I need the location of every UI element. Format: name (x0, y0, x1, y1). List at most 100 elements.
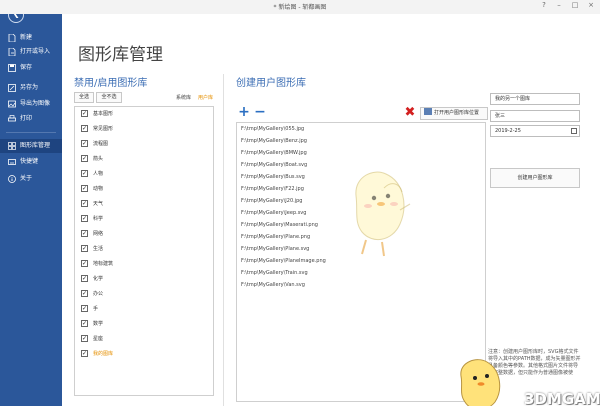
checkbox[interactable]: ✓ (81, 275, 88, 282)
checkbox[interactable]: ✓ (81, 260, 88, 267)
list-item[interactable]: F:\tmp\MyGallery\PlaneImage.png (241, 258, 326, 264)
checkbox[interactable]: ✓ (81, 155, 88, 162)
library-item[interactable]: ✓ 动物 (81, 184, 211, 196)
sidebar-item-export-image[interactable]: 导出为图像 (0, 97, 62, 111)
checkbox[interactable]: ✓ (81, 350, 88, 357)
checkbox[interactable]: ✓ (81, 140, 88, 147)
list-item[interactable]: F:\tmp\MyGallery\Jeep.svg (241, 210, 306, 216)
library-item-my-gallery[interactable]: ✓ 我的图库 (81, 349, 211, 361)
folder-icon (424, 108, 432, 115)
maximize-button[interactable]: □ (569, 1, 581, 9)
list-item[interactable]: F:\tmp\MyGallery\J20.jpg (241, 198, 302, 204)
list-item[interactable]: F:\tmp\MyGallery\Plane.png (241, 234, 310, 240)
sidebar-item-save[interactable]: 保存 (0, 61, 62, 75)
watermark-logo: 3DMGAME (524, 390, 600, 406)
library-item[interactable]: ✓ 网络 (81, 229, 211, 241)
library-item[interactable]: ✓ 生活 (81, 244, 211, 256)
library-item-label: 天气 (93, 201, 104, 207)
library-section-title: 禁用/启用图形库 (74, 78, 148, 89)
list-item[interactable]: F:\tmp\MyGallery\Maserati.png (241, 222, 318, 228)
checkbox[interactable]: ✓ (81, 290, 88, 297)
keyboard-icon (8, 159, 16, 165)
checkbox[interactable]: ✓ (81, 305, 88, 312)
library-item-label: 网络 (93, 231, 104, 237)
calendar-icon[interactable] (571, 128, 577, 134)
library-item[interactable]: ✓ 箭头 (81, 154, 211, 166)
library-item[interactable]: ✓ 基本图形 (81, 109, 211, 121)
create-gallery-button[interactable]: 创建用户图形库 (490, 168, 580, 188)
sidebar-item-open[interactable]: 打开或导入 (0, 45, 62, 59)
filter-system-library[interactable]: 系统库 (176, 94, 191, 101)
library-item[interactable]: ✓ 地标建筑 (81, 259, 211, 271)
sidebar-item-print[interactable]: 打印 (0, 112, 62, 126)
checkbox[interactable]: ✓ (81, 170, 88, 177)
library-item[interactable]: ✓ 科学 (81, 214, 211, 226)
checkbox[interactable]: ✓ (81, 335, 88, 342)
library-icon (8, 142, 16, 150)
list-item[interactable]: F:\tmp\MyGallery\055.jpg (241, 126, 304, 132)
select-none-button[interactable]: 全不选 (96, 92, 122, 103)
minimize-button[interactable]: – (553, 1, 565, 9)
minus-icon[interactable]: − (254, 105, 266, 119)
library-item-label: 科学 (93, 216, 104, 222)
sidebar-item-label: 关于 (20, 175, 33, 182)
library-list: ✓ 基本图形 ✓ 常见图形 ✓ 流程图 ✓ 箭头 ✓ 人物 ✓ 动物 ✓ 天气 ✓ 科学 ✓ 网络… (74, 106, 214, 396)
open-gallery-location-button[interactable]: 打开用户图形库位置 (420, 107, 488, 120)
library-item[interactable]: ✓ 人物 (81, 169, 211, 181)
list-item[interactable]: F:\tmp\MyGallery\Boat.svg (241, 162, 307, 168)
close-button[interactable]: × (585, 1, 597, 9)
checkbox[interactable]: ✓ (81, 230, 88, 237)
sidebar-item-shortcuts[interactable]: 快捷键 (0, 155, 62, 169)
mascot-small-image (460, 359, 501, 406)
library-item-label: 箭头 (93, 156, 104, 162)
list-item[interactable]: F:\tmp\MyGallery\Plane.svg (241, 246, 309, 252)
library-item[interactable]: ✓ 天气 (81, 199, 211, 211)
select-all-button[interactable]: 全选 (74, 92, 94, 103)
gallery-name-field[interactable]: 我的另一个图库 (490, 93, 580, 105)
open-file-icon (8, 48, 16, 56)
checkbox[interactable]: ✓ (81, 215, 88, 222)
gallery-author-field[interactable]: 张三 (490, 110, 580, 122)
sidebar-item-label: 保存 (20, 64, 33, 71)
library-item[interactable]: ✓ 化学 (81, 274, 211, 286)
checkbox[interactable]: ✓ (81, 125, 88, 132)
sidebar-item-about[interactable]: 关于 (0, 172, 62, 186)
checkbox[interactable]: ✓ (81, 245, 88, 252)
library-item[interactable]: ✓ 数学 (81, 319, 211, 331)
library-item[interactable]: ✓ 星座 (81, 334, 211, 346)
sidebar-item-new[interactable]: 新建 (0, 31, 62, 45)
list-item[interactable]: F:\tmp\MyGallery\Benz.jpg (241, 138, 307, 144)
checkbox[interactable]: ✓ (81, 320, 88, 327)
library-item-label: 流程图 (93, 141, 109, 147)
export-image-icon (8, 100, 16, 108)
list-item[interactable]: F:\tmp\MyGallery\Van.svg (241, 282, 305, 288)
library-item-label: 办公 (93, 291, 104, 297)
library-item[interactable]: ✓ 手 (81, 304, 211, 316)
library-item[interactable]: ✓ 常见图形 (81, 124, 211, 136)
save-as-icon (8, 84, 16, 92)
list-item[interactable]: F:\tmp\MyGallery\BMW.jpg (241, 150, 307, 156)
list-item[interactable]: F:\tmp\MyGallery\Train.svg (241, 270, 308, 276)
checkbox[interactable]: ✓ (81, 200, 88, 207)
panel-divider (223, 74, 224, 406)
sidebar: ❮ 新建 打开或导入 保存 另存为 导出为图像 打印 图形库管理 快捷键 关于 (0, 0, 62, 406)
library-item[interactable]: ✓ 流程图 (81, 139, 211, 151)
sidebar-item-library-manager[interactable]: 图形库管理 (0, 139, 62, 153)
list-item[interactable]: F:\tmp\MyGallery\F22.jpg (241, 186, 304, 192)
checkbox[interactable]: ✓ (81, 185, 88, 192)
filter-user-library[interactable]: 用户库 (198, 94, 213, 101)
print-icon (8, 115, 16, 122)
library-item[interactable]: ✓ 办公 (81, 289, 211, 301)
sidebar-item-label: 图形库管理 (20, 142, 51, 149)
library-item-label: 动物 (93, 186, 104, 192)
plus-icon[interactable]: + (238, 105, 250, 119)
sidebar-item-save-as[interactable]: 另存为 (0, 81, 62, 95)
help-button[interactable]: ? (538, 1, 550, 9)
red-x-icon[interactable]: ✖ (404, 106, 416, 119)
page-title: 图形库管理 (78, 45, 163, 65)
save-icon (8, 64, 16, 72)
checkbox[interactable]: ✓ (81, 110, 88, 117)
sidebar-item-label: 导出为图像 (20, 100, 51, 107)
gallery-date-field[interactable]: 2019-2-25 (490, 125, 580, 137)
list-item[interactable]: F:\tmp\MyGallery\Bus.svg (241, 174, 305, 180)
